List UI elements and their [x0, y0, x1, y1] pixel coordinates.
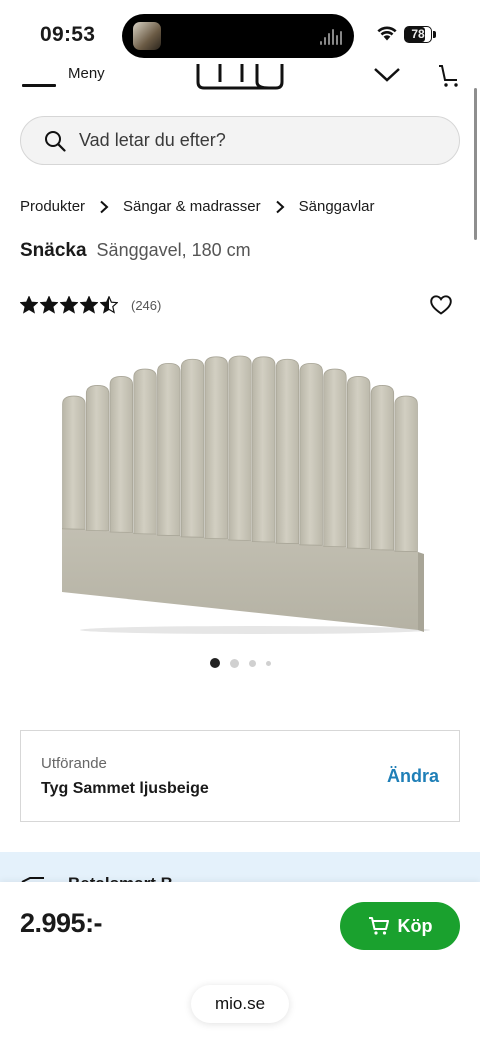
product-description: Sänggavel, 180 cm: [96, 240, 251, 260]
now-playing-artwork: [133, 22, 161, 50]
headboard-panel: [370, 385, 395, 551]
carousel-dot[interactable]: [248, 659, 256, 667]
headboard-panel: [299, 362, 323, 546]
chevron-down-icon[interactable]: [373, 66, 401, 84]
variant-value: Tyg Sammet ljusbeige: [41, 780, 209, 797]
variant-label: Utförande: [41, 755, 107, 772]
battery-nub: [433, 31, 436, 38]
review-count[interactable]: (246): [131, 298, 161, 313]
search-input[interactable]: [79, 117, 439, 164]
url-bar[interactable]: mio.se: [191, 985, 289, 1023]
product-image-headboard[interactable]: [40, 340, 440, 640]
carousel-dot[interactable]: [265, 660, 271, 666]
browser-toolbar: mio.se: [0, 972, 480, 1041]
battery-percent: 78: [411, 27, 425, 41]
star-half-icon: [100, 296, 118, 314]
breadcrumb-item-sangar[interactable]: Sängar & madrasser: [123, 198, 261, 215]
carousel-dot[interactable]: [229, 658, 239, 668]
site-header: Meny: [0, 62, 480, 98]
menu-label[interactable]: Meny: [68, 65, 105, 82]
headboard-panel: [394, 395, 418, 553]
headboard-panel: [347, 376, 371, 549]
headboard-panel: [85, 385, 110, 532]
headboard-panel: [133, 368, 157, 535]
chevron-right-icon: [275, 200, 285, 213]
product-title: Snäcka Sänggavel, 180 cm: [20, 240, 251, 262]
status-time: 09:53: [40, 23, 96, 46]
star-full-icon: [20, 296, 38, 314]
search-icon: [45, 131, 66, 152]
buy-button[interactable]: Köp: [340, 902, 460, 950]
change-variant-button[interactable]: Ändra: [387, 766, 439, 787]
headboard-panel: [62, 395, 86, 530]
star-full-icon: [40, 296, 58, 314]
breadcrumb-item-produkter[interactable]: Produkter: [20, 198, 85, 215]
cart-icon[interactable]: [437, 64, 461, 88]
headboard-panel: [109, 376, 133, 533]
price: 2.995:-: [20, 908, 103, 938]
headboard-panel: [204, 356, 228, 540]
headboard-panel: [323, 368, 347, 548]
breadcrumb: Produkter Sängar & madrasser Sänggavlar: [20, 198, 375, 215]
menu-icon[interactable]: [22, 66, 56, 88]
mio-logo[interactable]: [195, 62, 285, 92]
search-bar[interactable]: [20, 116, 460, 165]
carousel-dot[interactable]: [209, 658, 220, 668]
headboard-panel: [157, 362, 181, 537]
star-full-icon: [60, 296, 78, 314]
wifi-icon: [377, 26, 397, 41]
page-scrollbar[interactable]: [474, 88, 477, 240]
carousel-dots[interactable]: [0, 658, 480, 668]
buy-bar: 2.995:- Köp: [0, 882, 480, 972]
variant-selector[interactable]: Utförande Tyg Sammet ljusbeige Ändra: [20, 730, 460, 822]
star-full-icon: [80, 296, 98, 314]
headboard-panel: [252, 356, 276, 543]
headboard-panel: [275, 358, 300, 545]
cart-icon: [368, 917, 389, 935]
headboard-panel: [180, 358, 205, 538]
audio-wave-icon: [320, 27, 342, 45]
product-rating[interactable]: (246): [20, 296, 161, 314]
headboard-panel: [228, 355, 252, 541]
battery-icon: 78: [404, 26, 432, 43]
status-bar: 09:53 78: [0, 0, 480, 62]
chevron-right-icon: [100, 200, 109, 213]
buy-button-label: Köp: [397, 915, 433, 936]
product-name: Snäcka: [20, 240, 87, 261]
heart-icon[interactable]: [430, 295, 452, 315]
dynamic-island: [122, 14, 354, 58]
breadcrumb-item-sanggavlar[interactable]: Sänggavlar: [299, 198, 375, 215]
rating-stars: [20, 296, 118, 314]
